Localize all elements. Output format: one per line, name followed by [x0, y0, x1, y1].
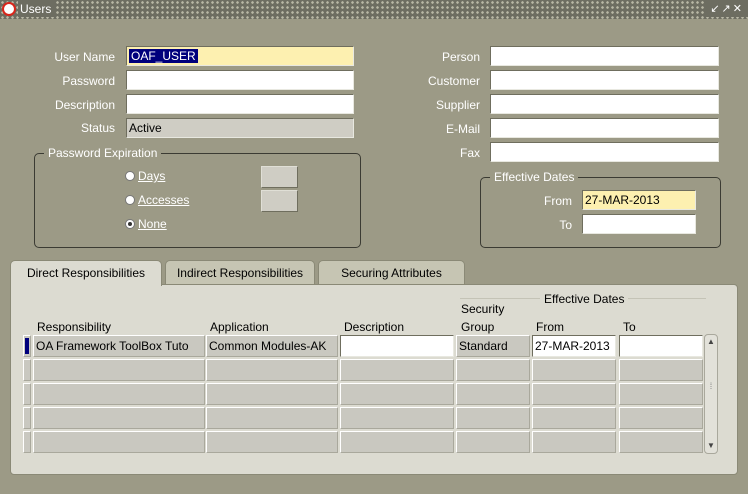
table-cell[interactable]	[619, 431, 703, 453]
table-cell[interactable]	[206, 407, 338, 429]
table-cell[interactable]	[33, 431, 205, 453]
scroll-grip-icon[interactable]: ⁞	[705, 380, 717, 392]
application-cell[interactable]: Common Modules-AK	[206, 335, 338, 357]
table-cell[interactable]	[532, 407, 616, 429]
to-label: To	[559, 218, 572, 232]
row-indicator[interactable]	[23, 335, 31, 357]
table-cell[interactable]	[456, 407, 530, 429]
table-cell[interactable]	[532, 431, 616, 453]
vertical-scrollbar[interactable]	[704, 334, 718, 454]
fax-field[interactable]	[490, 142, 719, 162]
days-radio[interactable]	[125, 171, 135, 181]
from-date-cell[interactable]: 27-MAR-2013	[532, 335, 616, 357]
days-field[interactable]	[261, 166, 298, 188]
table-cell[interactable]	[206, 383, 338, 405]
responsibility-cell[interactable]: OA Framework ToolBox Tuto	[33, 335, 205, 357]
supplier-label: Supplier	[435, 98, 480, 112]
table-cell[interactable]	[340, 431, 454, 453]
password-expiration-group	[34, 153, 361, 248]
row-indicator[interactable]	[23, 383, 31, 405]
table-cell[interactable]	[619, 407, 703, 429]
table-cell[interactable]	[456, 359, 530, 381]
customer-label: Customer	[427, 74, 480, 88]
none-radio-label[interactable]: None	[138, 216, 167, 232]
person-label: Person	[441, 50, 480, 64]
table-cell[interactable]	[206, 359, 338, 381]
effective-dates-title: Effective Dates	[490, 170, 579, 184]
effective-dates-group	[480, 177, 721, 248]
to-date-field[interactable]	[582, 214, 696, 234]
table-cell[interactable]	[340, 383, 454, 405]
application-header: Application	[210, 320, 269, 334]
password-field[interactable]	[126, 70, 354, 90]
accesses-field[interactable]	[261, 190, 298, 212]
status-label: Status	[80, 121, 115, 135]
to-header: To	[623, 320, 636, 334]
row-indicator[interactable]	[23, 407, 31, 429]
table-cell[interactable]	[619, 383, 703, 405]
security-header-line1: Security	[461, 302, 505, 316]
person-field[interactable]	[490, 46, 719, 66]
none-radio[interactable]	[125, 219, 135, 229]
days-radio-label[interactable]: Days	[138, 168, 165, 184]
password-expiration-title: Password Expiration	[44, 146, 162, 160]
table-cell[interactable]	[33, 383, 205, 405]
table-effective-dates-header: Effective Dates	[540, 291, 629, 307]
tab-direct-responsibilities[interactable]: Direct Responsibilities	[10, 260, 162, 286]
responsibility-header: Responsibility	[37, 320, 112, 334]
table-cell[interactable]	[33, 407, 205, 429]
description-header: Description	[344, 320, 405, 334]
accesses-radio-label[interactable]: Accesses	[138, 192, 189, 208]
table-cell[interactable]	[532, 383, 616, 405]
table-cell[interactable]	[206, 431, 338, 453]
from-label: From	[544, 194, 572, 208]
customer-field[interactable]	[490, 70, 719, 90]
to-date-cell[interactable]	[619, 335, 703, 357]
security-header-line2: Group	[461, 320, 495, 334]
table-cell[interactable]	[619, 359, 703, 381]
title-bar	[0, 0, 748, 19]
oracle-logo-icon	[2, 2, 16, 16]
scroll-up-icon[interactable]: ▲	[705, 336, 717, 348]
table-cell[interactable]	[340, 407, 454, 429]
table-cell[interactable]	[532, 359, 616, 381]
row-indicator[interactable]	[23, 431, 31, 453]
window-controls[interactable]: ↙↗✕	[706, 1, 748, 17]
security-group-cell[interactable]: Standard	[456, 335, 530, 357]
supplier-field[interactable]	[490, 94, 719, 114]
user-name-value: OAF_USER	[129, 49, 198, 63]
row-indicator[interactable]	[23, 359, 31, 381]
from-date-field[interactable]: 27-MAR-2013	[582, 190, 696, 210]
email-field[interactable]	[490, 118, 719, 138]
table-cell[interactable]	[33, 359, 205, 381]
scroll-down-icon[interactable]: ▼	[705, 440, 717, 452]
fax-label: Fax	[459, 146, 480, 160]
accesses-radio[interactable]	[125, 195, 135, 205]
tab-securing-attributes[interactable]: Securing Attributes	[318, 260, 465, 284]
description-label: Description	[54, 98, 115, 112]
description-cell[interactable]	[340, 335, 454, 357]
status-field[interactable]: Active	[126, 118, 354, 138]
table-cell[interactable]	[456, 383, 530, 405]
tab-indirect-responsibilities[interactable]: Indirect Responsibilities	[165, 260, 315, 284]
table-cell[interactable]	[456, 431, 530, 453]
window-title: Users	[18, 1, 56, 17]
password-label: Password	[62, 74, 115, 88]
user-name-label: User Name	[54, 50, 115, 64]
user-name-field[interactable]: OAF_USER	[126, 46, 354, 66]
email-label: E-Mail	[445, 122, 480, 136]
table-cell[interactable]	[340, 359, 454, 381]
from-header: From	[536, 320, 564, 334]
description-field[interactable]	[126, 94, 354, 114]
